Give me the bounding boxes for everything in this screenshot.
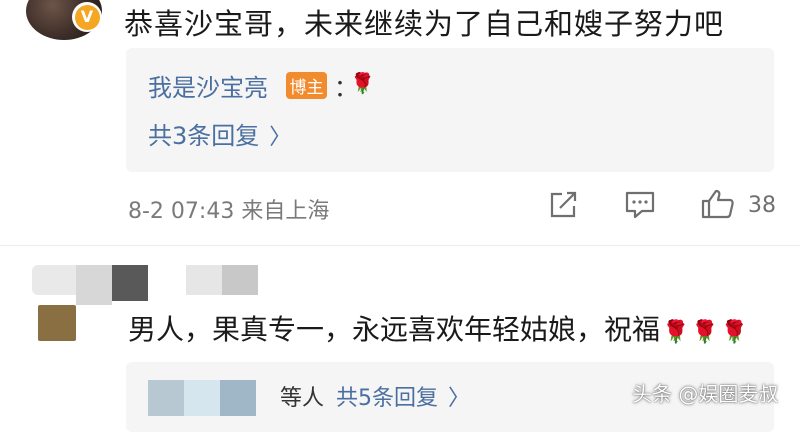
- rose-icon: 🌹: [662, 320, 690, 345]
- rose-icon: 🌹: [691, 320, 719, 345]
- comment-text-2: 男人，果真专一，永远喜欢年轻姑娘，祝福🌹🌹🌹: [128, 308, 748, 348]
- chevron-right-icon: 〉: [269, 125, 292, 150]
- comment-icon[interactable]: [624, 190, 656, 224]
- blurred-username: [112, 265, 148, 301]
- blurred-username: [184, 380, 220, 416]
- blurred-username: [220, 380, 256, 416]
- reply-count-label: 共5条回复: [336, 386, 439, 411]
- host-badge: 博主: [286, 72, 327, 99]
- reply-box: [126, 48, 774, 172]
- blurred-username: [222, 265, 258, 295]
- comment-divider: [0, 245, 800, 246]
- like-count: 38: [748, 193, 776, 218]
- chevron-right-icon: 〉: [448, 386, 471, 411]
- verified-icon: V: [72, 2, 102, 32]
- avatar-fragment: [38, 305, 76, 341]
- reply-author-link[interactable]: 我是沙宝亮: [148, 68, 268, 103]
- others-label: 等人: [280, 386, 325, 411]
- blurred-username: [76, 265, 112, 305]
- reply-count-label: 共3条回复: [148, 122, 260, 150]
- share-icon[interactable]: [548, 190, 580, 224]
- comment-2-text: 男人，果真专一，永远喜欢年轻姑娘，祝福: [128, 313, 661, 346]
- view-replies-link[interactable]: 共3条回复〉: [148, 116, 291, 151]
- like-icon[interactable]: [700, 188, 736, 224]
- comment-text: 恭喜沙宝哥，未来继续为了自己和嫂子努力吧: [124, 7, 725, 41]
- verified-badge-mark: V: [74, 4, 100, 30]
- view-replies-link-2[interactable]: 等人 共5条回复〉: [280, 380, 470, 412]
- rose-icon: 🌹: [720, 320, 749, 345]
- watermark: 头条 @娱圈麦叔: [632, 382, 779, 406]
- blurred-username: [148, 380, 184, 416]
- avatar[interactable]: [32, 265, 80, 295]
- rose-icon: 🌹: [350, 71, 375, 95]
- blurred-username: [186, 265, 222, 295]
- comment-meta: 8-2 07:43 来自上海: [128, 199, 330, 224]
